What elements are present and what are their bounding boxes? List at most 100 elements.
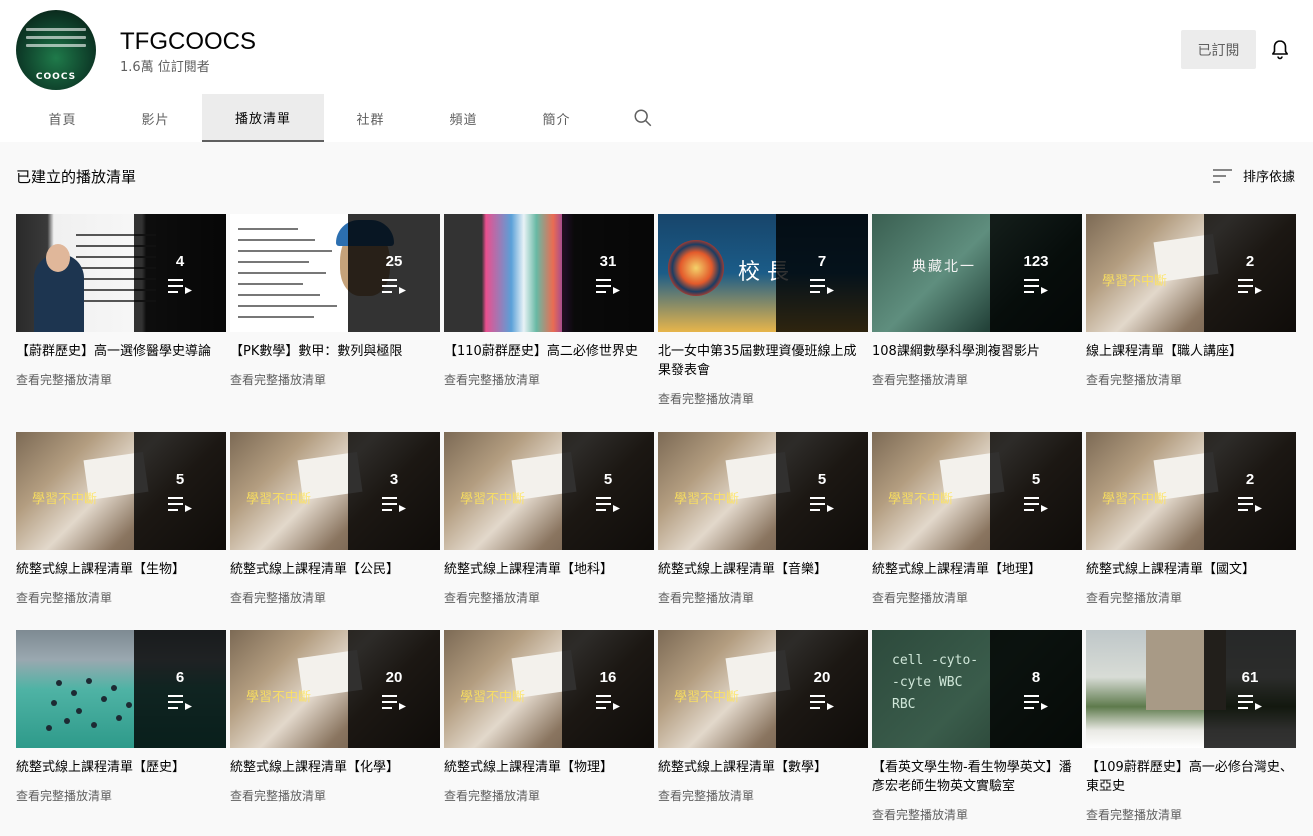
view-full-playlist-link[interactable]: 查看完整播放清單 (872, 589, 1082, 606)
playlist-count-overlay: 5 (562, 432, 654, 550)
view-full-playlist-link[interactable]: 查看完整播放清單 (444, 589, 654, 606)
view-full-playlist-link[interactable]: 查看完整播放清單 (230, 787, 440, 804)
tab-home[interactable]: 首頁 (16, 94, 109, 142)
thumbnail-text: 典藏北一 (912, 259, 976, 275)
playlist-title[interactable]: 北一女中第35屆數理資優班線上成果發表會 (658, 342, 868, 380)
playlist-title[interactable]: 【110蔚群歷史】高二必修世界史 (444, 342, 654, 361)
playlist-thumbnail[interactable]: 學習不中斷 20 (658, 630, 868, 748)
view-full-playlist-link[interactable]: 查看完整播放清單 (230, 371, 440, 388)
playlist-thumbnail[interactable]: 校 長7 (658, 214, 868, 332)
view-full-playlist-link[interactable]: 查看完整播放清單 (872, 371, 1082, 388)
subscribed-button[interactable]: 已訂閱 (1181, 30, 1256, 69)
playlist-thumbnail[interactable]: 4 (16, 214, 226, 332)
playlist-thumbnail[interactable]: 學習不中斷 2 (1086, 214, 1296, 332)
playlist-card[interactable]: 61 【109蔚群歷史】高一必修台灣史、東亞史查看完整播放清單 (1086, 630, 1296, 823)
view-full-playlist-link[interactable]: 查看完整播放清單 (658, 390, 868, 407)
playlist-card[interactable]: 學習不中斷 5 統整式線上課程清單【地理】 查看完整播放清單 (872, 432, 1082, 606)
playlist-card[interactable]: 25 【PK數學】數甲：數列與極限 查看完整播放清單 (230, 214, 440, 388)
view-full-playlist-link[interactable]: 查看完整播放清單 (444, 371, 654, 388)
channel-avatar[interactable]: COOCS (16, 10, 96, 90)
playlist-card[interactable]: 6 統整式線上課程清單【歷史】 查看完整播放清單 (16, 630, 226, 804)
playlist-title[interactable]: 【109蔚群歷史】高一必修台灣史、東亞史 (1086, 758, 1296, 796)
playlist-thumbnail[interactable]: 61 (1086, 630, 1296, 748)
playlist-card[interactable]: 學習不中斷 5 統整式線上課程清單【地科】 查看完整播放清單 (444, 432, 654, 606)
playlist-card[interactable]: 學習不中斷 2 線上課程清單【職人講座】 查看完整播放清單 (1086, 214, 1296, 388)
playlist-icon (168, 278, 192, 294)
view-full-playlist-link[interactable]: 查看完整播放清單 (230, 589, 440, 606)
view-full-playlist-link[interactable]: 查看完整播放清單 (658, 589, 868, 606)
playlist-icon (168, 496, 192, 512)
playlist-title[interactable]: 統整式線上課程清單【歷史】 (16, 758, 226, 777)
playlist-card[interactable]: 學習不中斷 20 統整式線上課程清單【化學】 查看完整播放清單 (230, 630, 440, 804)
playlist-thumbnail[interactable]: 典藏北一 123 (872, 214, 1082, 332)
view-full-playlist-link[interactable]: 查看完整播放清單 (1086, 806, 1296, 823)
view-full-playlist-link[interactable]: 查看完整播放清單 (872, 806, 1082, 823)
playlist-title[interactable]: 統整式線上課程清單【地科】 (444, 560, 654, 579)
view-full-playlist-link[interactable]: 查看完整播放清單 (1086, 589, 1296, 606)
channel-search-button[interactable] (603, 94, 683, 142)
view-full-playlist-link[interactable]: 查看完整播放清單 (658, 787, 868, 804)
tab-playlists[interactable]: 播放清單 (202, 94, 324, 142)
playlist-title[interactable]: 【蔚群歷史】高一選修醫學史導論 (16, 342, 226, 361)
playlist-thumbnail[interactable]: 學習不中斷 20 (230, 630, 440, 748)
playlist-title[interactable]: 統整式線上課程清單【地理】 (872, 560, 1082, 579)
video-count: 61 (1241, 668, 1259, 686)
playlist-title[interactable]: 統整式線上課程清單【國文】 (1086, 560, 1296, 579)
playlist-icon (810, 694, 834, 710)
avatar-text: COOCS (35, 72, 77, 82)
view-full-playlist-link[interactable]: 查看完整播放清單 (16, 371, 226, 388)
playlist-icon (1024, 694, 1048, 710)
playlist-thumbnail[interactable]: 學習不中斷 16 (444, 630, 654, 748)
notification-bell-icon[interactable] (1268, 38, 1292, 62)
playlist-card[interactable]: 學習不中斷 3 統整式線上課程清單【公民】 查看完整播放清單 (230, 432, 440, 606)
playlist-title[interactable]: 統整式線上課程清單【公民】 (230, 560, 440, 579)
playlist-title[interactable]: 108課綱數學科學測複習影片 (872, 342, 1082, 361)
playlist-card[interactable]: 校 長 7 北一女中第35屆數理資優班線上成果發表會查看完整播放清單 (658, 214, 868, 407)
playlist-title[interactable]: 統整式線上課程清單【數學】 (658, 758, 868, 777)
playlist-card[interactable]: 學習不中斷 20 統整式線上課程清單【數學】 查看完整播放清單 (658, 630, 868, 804)
playlist-card[interactable]: 學習不中斷 16 統整式線上課程清單【物理】 查看完整播放清單 (444, 630, 654, 804)
playlist-thumbnail[interactable]: 學習不中斷 5 (872, 432, 1082, 550)
playlist-card[interactable]: 31 【110蔚群歷史】高二必修世界史 查看完整播放清單 (444, 214, 654, 388)
tab-about[interactable]: 簡介 (510, 94, 603, 142)
thumbnail-text: 學習不中斷 (674, 690, 740, 705)
playlist-title[interactable]: 線上課程清單【職人講座】 (1086, 342, 1296, 361)
playlist-title[interactable]: 統整式線上課程清單【音樂】 (658, 560, 868, 579)
playlist-card[interactable]: 學習不中斷 2 統整式線上課程清單【國文】 查看完整播放清單 (1086, 432, 1296, 606)
playlist-card[interactable]: 4 【蔚群歷史】高一選修醫學史導論 查看完整播放清單 (16, 214, 226, 388)
playlist-thumbnail[interactable]: 學習不中斷 3 (230, 432, 440, 550)
video-count: 3 (389, 470, 399, 488)
view-full-playlist-link[interactable]: 查看完整播放清單 (16, 787, 226, 804)
tab-community[interactable]: 社群 (324, 94, 417, 142)
playlist-title[interactable]: 統整式線上課程清單【物理】 (444, 758, 654, 777)
playlist-thumbnail[interactable]: 6 (16, 630, 226, 748)
playlist-card[interactable]: 學習不中斷 5 統整式線上課程清單【音樂】 查看完整播放清單 (658, 432, 868, 606)
playlist-title[interactable]: 統整式線上課程清單【生物】 (16, 560, 226, 579)
playlist-thumbnail[interactable]: 學習不中斷 5 (16, 432, 226, 550)
video-count: 20 (813, 668, 831, 686)
tab-videos[interactable]: 影片 (109, 94, 202, 142)
view-full-playlist-link[interactable]: 查看完整播放清單 (444, 787, 654, 804)
playlist-count-overlay: 7 (776, 214, 868, 332)
playlist-title[interactable]: 統整式線上課程清單【化學】 (230, 758, 440, 777)
playlist-thumbnail[interactable]: 學習不中斷 5 (658, 432, 868, 550)
playlist-card[interactable]: cell -cyto- -cyte WBC RBC 8 【看英文學生物-看生物學英文… (872, 630, 1082, 823)
playlist-thumbnail[interactable]: 學習不中斷 2 (1086, 432, 1296, 550)
video-count: 2 (1245, 252, 1255, 270)
sort-button[interactable]: 排序依據 (1213, 166, 1295, 185)
view-full-playlist-link[interactable]: 查看完整播放清單 (1086, 371, 1296, 388)
tab-channels[interactable]: 頻道 (417, 94, 510, 142)
view-full-playlist-link[interactable]: 查看完整播放清單 (16, 589, 226, 606)
playlist-thumbnail[interactable]: 31 (444, 214, 654, 332)
playlist-card[interactable]: 典藏北一 123 108課綱數學科學測複習影片 查看完整播放清單 (872, 214, 1082, 388)
video-count: 2 (1245, 470, 1255, 488)
video-count: 25 (385, 252, 403, 270)
playlist-card[interactable]: 學習不中斷 5 統整式線上課程清單【生物】 查看完整播放清單 (16, 432, 226, 606)
playlist-thumbnail[interactable]: 學習不中斷 5 (444, 432, 654, 550)
thumbnail-text: 學習不中斷 (246, 690, 312, 705)
playlist-thumbnail[interactable]: 25 (230, 214, 440, 332)
playlist-icon (810, 278, 834, 294)
playlist-thumbnail[interactable]: cell -cyto- -cyte WBC RBC 8 (872, 630, 1082, 748)
playlist-title[interactable]: 【PK數學】數甲：數列與極限 (230, 342, 440, 361)
playlist-title[interactable]: 【看英文學生物-看生物學英文】潘彥宏老師生物英文實驗室 (872, 758, 1082, 796)
